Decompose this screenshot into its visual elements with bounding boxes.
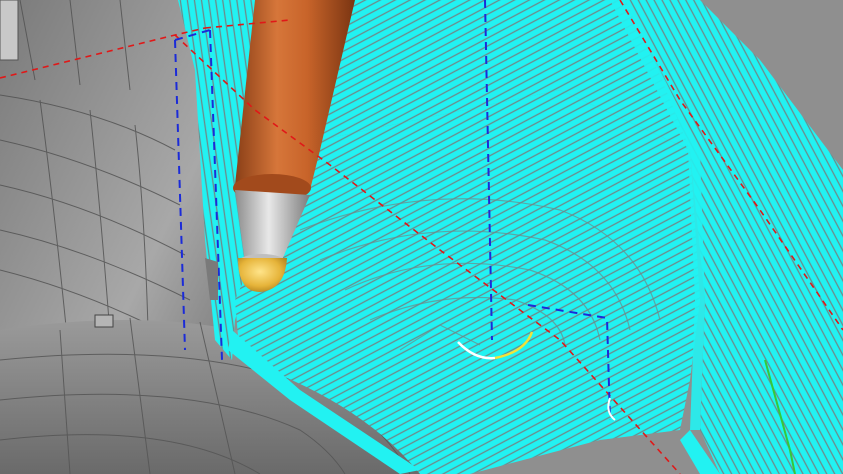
toolpath-scene[interactable] bbox=[0, 0, 843, 474]
cad-3d-viewport[interactable] bbox=[0, 0, 843, 474]
